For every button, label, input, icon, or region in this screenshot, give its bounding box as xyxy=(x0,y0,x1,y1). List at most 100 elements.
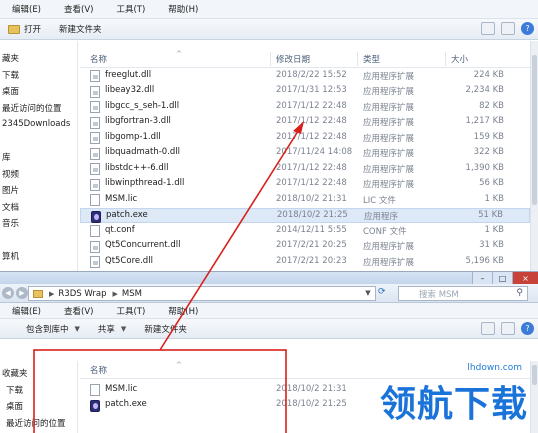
breadcrumb-r3ds-wrap[interactable]: R3DS Wrap xyxy=(58,289,106,299)
new-folder-button[interactable]: 新建文件夹 xyxy=(136,323,197,335)
file-row[interactable]: libeay32.dll 2017/1/31 12:53 应用程序扩展 2,234 K… xyxy=(80,84,530,100)
nav-recent[interactable]: 最近访问的位置 xyxy=(0,100,77,117)
breadcrumb-msm[interactable]: MSM xyxy=(122,289,142,299)
menu-tools[interactable]: 工具(T) xyxy=(104,305,156,317)
column-divider[interactable] xyxy=(270,52,271,66)
column-name[interactable]: 名称 xyxy=(90,53,107,65)
address-dropdown-icon[interactable]: ▼ xyxy=(360,286,376,299)
file-row[interactable]: MSM.lic 2018/10/2 21:31 LIC 文件 1 KB xyxy=(80,192,530,208)
file-row[interactable]: libquadmath-0.dll 2017/11/24 14:08 应用程序扩展 3… xyxy=(80,146,530,162)
menu-edit[interactable]: 编辑(E) xyxy=(0,305,52,317)
nav-music[interactable]: 音乐 xyxy=(0,215,77,232)
menu-bar: 编辑(E) 查看(V) 工具(T) 帮助(H) xyxy=(0,0,538,19)
file-name: libstdc++-6.dll xyxy=(105,162,169,173)
forward-icon[interactable]: ▶ xyxy=(16,287,28,299)
file-type: 应用程序 xyxy=(364,212,399,222)
dropdown-icon: ▼ xyxy=(74,324,80,333)
menu-tools[interactable]: 工具(T) xyxy=(104,3,156,15)
file-row[interactable]: qt.conf 2014/12/11 5:55 CONF 文件 1 KB xyxy=(80,223,530,239)
open-button[interactable]: 打开 xyxy=(0,23,51,35)
file-name: libgfortran-3.dll xyxy=(105,116,171,126)
close-icon[interactable]: × xyxy=(512,272,538,284)
file-type: 应用程序扩展 xyxy=(363,180,415,190)
file-size: 322 KB xyxy=(473,147,504,157)
file-type: 应用程序扩展 xyxy=(363,242,415,252)
help-icon[interactable]: ? xyxy=(521,22,534,35)
file-size: 56 KB xyxy=(479,178,504,188)
view-options-icon[interactable] xyxy=(481,322,495,335)
nav-favorites[interactable]: 收藏夹 xyxy=(0,365,77,382)
nav-pictures[interactable]: 图片 xyxy=(0,182,77,199)
file-type: 应用程序扩展 xyxy=(363,133,415,144)
column-type[interactable]: 类型 xyxy=(363,53,380,65)
preview-pane-icon[interactable] xyxy=(501,322,515,335)
dll-file-icon xyxy=(90,256,100,268)
file-row[interactable]: Qt5Core.dll 2017/2/21 20:23 应用程序扩展 5,196 KB xyxy=(80,254,530,270)
file-date: 2017/1/12 22:48 xyxy=(276,100,347,111)
help-icon[interactable]: ? xyxy=(521,322,534,335)
back-icon[interactable]: ◀ xyxy=(2,287,14,299)
file-date: 2017/1/12 22:48 xyxy=(276,178,347,188)
vertical-scrollbar[interactable] xyxy=(530,41,538,272)
file-size: 1 KB xyxy=(484,224,504,235)
nav-desktop[interactable]: 桌面 xyxy=(0,398,77,415)
column-header: ^ 名称 修改日期 类型 大小 xyxy=(80,50,530,68)
preview-pane-icon[interactable] xyxy=(501,22,515,35)
sort-chevron-icon: ^ xyxy=(176,50,182,58)
search-input[interactable]: 搜索 MSM ⚲ xyxy=(398,286,528,301)
menu-view[interactable]: 查看(V) xyxy=(52,305,104,317)
dll-file-icon xyxy=(90,147,100,160)
nav-favorites[interactable]: 藏夹 xyxy=(0,50,77,67)
column-size[interactable]: 大小 xyxy=(451,53,468,65)
search-icon[interactable]: ⚲ xyxy=(516,288,523,298)
column-date[interactable]: 修改日期 xyxy=(276,53,310,65)
file-name: MSM.lic xyxy=(105,193,138,204)
file-row[interactable]: libgcc_s_seh-1.dll 2017/1/12 22:48 应用程序扩展 8… xyxy=(80,99,530,115)
file-row[interactable]: libstdc++-6.dll 2017/1/12 22:48 应用程序扩展 1,39… xyxy=(80,161,530,177)
column-divider[interactable] xyxy=(357,52,358,66)
nav-computer[interactable]: 算机 xyxy=(0,248,77,265)
menu-help[interactable]: 帮助(H) xyxy=(156,3,209,15)
breadcrumb-chevron-icon[interactable]: ▶ xyxy=(112,290,117,298)
address-field[interactable]: ▶ R3DS Wrap ▶ MSM xyxy=(28,286,376,301)
menu-edit[interactable]: 编辑(E) xyxy=(0,3,52,15)
file-row[interactable]: libgomp-1.dll 2017/1/12 22:48 应用程序扩展 159 KB xyxy=(80,130,530,146)
scrollbar-thumb[interactable] xyxy=(532,55,537,205)
nav-documents[interactable]: 文档 xyxy=(0,199,77,216)
nav-libraries[interactable]: 库 xyxy=(0,149,77,166)
menu-help[interactable]: 帮助(H) xyxy=(156,305,209,317)
minimize-icon[interactable]: – xyxy=(472,272,492,284)
nav-desktop[interactable]: 桌面 xyxy=(0,83,77,100)
file-row[interactable]: patch.exe 2018/10/2 21:25 应用程序 51 KB xyxy=(80,207,530,223)
watermark-site: lhdown.com xyxy=(465,363,524,373)
file-row[interactable]: libwinpthread-1.dll 2017/1/12 22:48 应用程序扩展… xyxy=(80,177,530,193)
file-icon xyxy=(90,225,100,237)
new-folder-button[interactable]: 新建文件夹 xyxy=(51,23,112,35)
file-size: 31 KB xyxy=(479,240,504,250)
refresh-icon[interactable]: ⟳ xyxy=(378,287,392,300)
dll-file-icon xyxy=(90,132,100,144)
menu-view[interactable]: 查看(V) xyxy=(52,3,104,15)
column-name[interactable]: 名称 xyxy=(90,364,107,376)
file-row[interactable]: libgfortran-3.dll 2017/1/12 22:48 应用程序扩展 1,… xyxy=(80,115,530,131)
nav-videos[interactable]: 视频 xyxy=(0,166,77,183)
scrollbar-thumb[interactable] xyxy=(532,365,537,385)
nav-2345downloads[interactable]: 2345Downloads xyxy=(0,116,77,133)
file-date: 2018/10/2 21:31 xyxy=(276,193,347,204)
sort-chevron-icon: ^ xyxy=(176,361,182,369)
nav-recent[interactable]: 最近访问的位置 xyxy=(0,415,77,432)
file-row[interactable]: Qt5Concurrent.dll 2017/2/21 20:25 应用程序扩展 31… xyxy=(80,239,530,255)
nav-downloads[interactable]: 下载 xyxy=(0,382,77,399)
exe-file-icon xyxy=(91,210,101,223)
view-options-icon[interactable] xyxy=(481,22,495,35)
title-bar[interactable]: – □ × xyxy=(0,272,538,284)
share-button[interactable]: 共享 ▼ xyxy=(90,323,136,335)
breadcrumb-chevron-icon[interactable]: ▶ xyxy=(49,290,54,298)
file-type: 应用程序扩展 xyxy=(363,164,415,175)
column-divider[interactable] xyxy=(445,52,446,66)
include-in-library-button[interactable]: 包含到库中 ▼ xyxy=(0,323,90,335)
nav-downloads[interactable]: 下载 xyxy=(0,67,77,84)
file-row[interactable]: freeglut.dll 2018/2/22 15:52 应用程序扩展 224 KB xyxy=(80,68,530,84)
maximize-icon[interactable]: □ xyxy=(492,272,512,284)
